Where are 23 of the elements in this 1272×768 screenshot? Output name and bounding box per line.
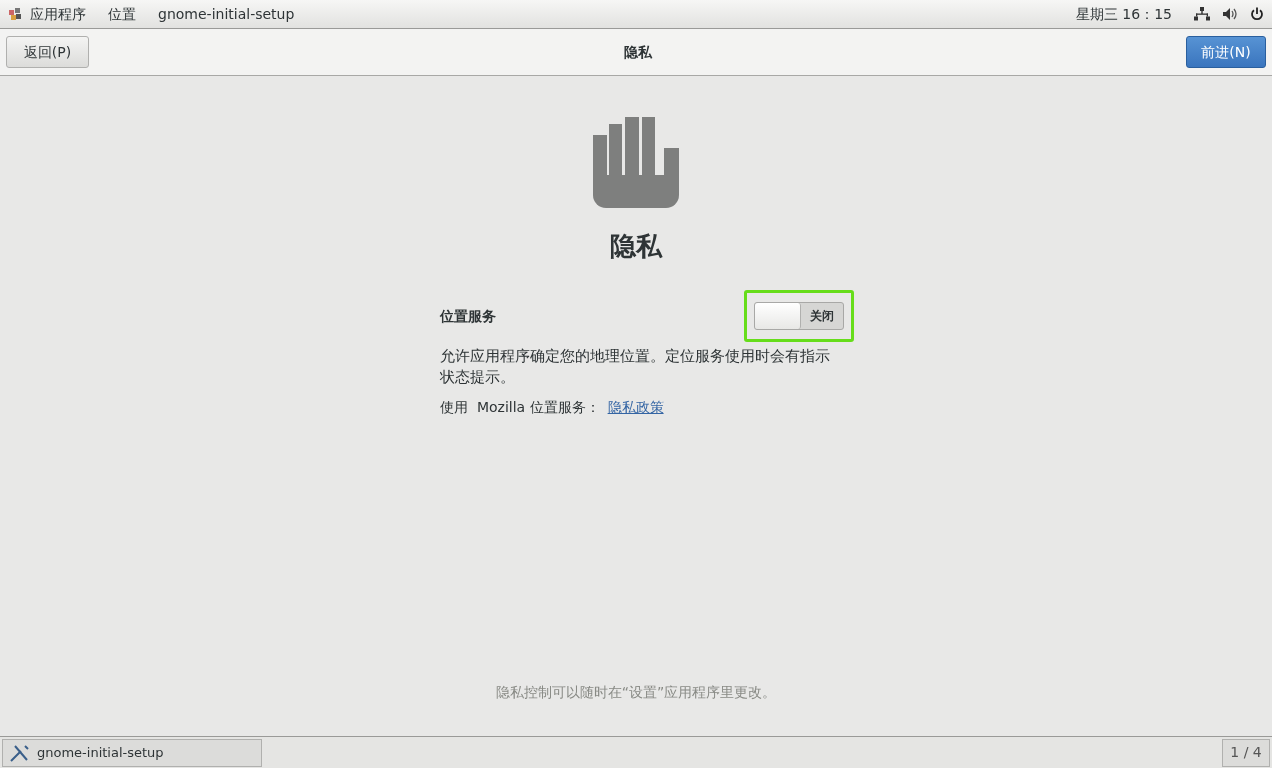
workspace-indicator[interactable]: 1 / 4 (1222, 738, 1270, 767)
top-bar-menu[interactable]: 位置 (108, 3, 136, 25)
back-button[interactable]: 返回(P) (6, 36, 89, 68)
switch-knob (755, 303, 801, 329)
top-bar-menu[interactable]: gnome-initial-setup (158, 3, 295, 25)
header-title: 隐私 (623, 42, 652, 62)
tools-icon (9, 742, 31, 763)
top-bar-menu[interactable]: 应用程序 (30, 3, 86, 25)
footer-note: 隐私控制可以随时在“设置”应用程序里更改。 (495, 683, 777, 702)
provider-text: 使用 Mozilla 位置服务： (440, 398, 600, 417)
clock[interactable]: 星期三 16：15 (1075, 3, 1172, 25)
volume-icon[interactable] (1222, 7, 1238, 21)
power-icon[interactable] (1250, 7, 1264, 21)
description-text: 允许应用程序确定您的地理位置。定位服务使用时会有指示状态提示。 (440, 346, 831, 388)
privacy-policy-link[interactable]: 隐私政策 (607, 397, 664, 418)
network-icon[interactable] (1194, 7, 1210, 21)
location-service-label: 位置服务 (440, 306, 496, 326)
toggle-switch[interactable]: 关闭 (754, 302, 844, 330)
next-button[interactable]: 前进(N) (1186, 36, 1266, 68)
page-heading: 隐私 (610, 230, 662, 263)
taskbar-window-button[interactable]: gnome-initial-setup (2, 738, 262, 767)
hand-icon (593, 117, 679, 209)
apps-icon (8, 7, 22, 21)
